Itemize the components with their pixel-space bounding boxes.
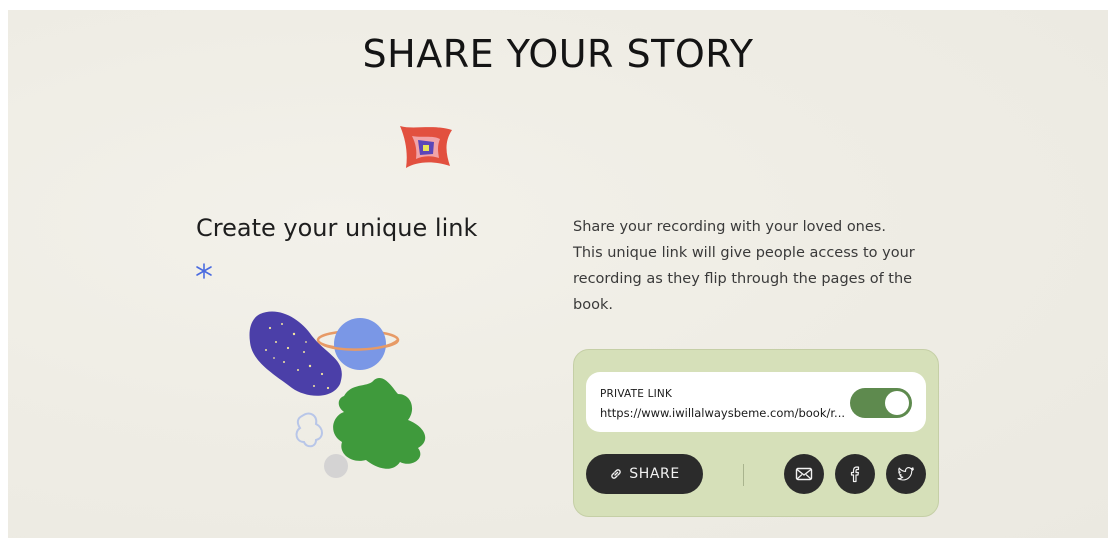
email-share-button[interactable]: [784, 454, 824, 494]
facebook-share-button[interactable]: [835, 454, 875, 494]
page-background: [8, 10, 1108, 538]
share-description: Share your recording with your loved one…: [573, 214, 923, 318]
private-link-label: PRIVATE LINK: [600, 388, 673, 400]
planets-illustration-icon: [249, 311, 426, 478]
link-icon: [609, 467, 623, 481]
email-icon: [795, 467, 813, 481]
private-link-box: PRIVATE LINK https://www.iwillalwaysbeme…: [586, 372, 926, 432]
description-line: recording as they flip through the pages…: [573, 271, 913, 287]
facebook-icon: [850, 466, 860, 483]
page-title: SHARE YOUR STORY: [362, 32, 754, 76]
description-line: book.: [573, 297, 613, 313]
asterisk-icon: [196, 263, 212, 279]
private-link-toggle[interactable]: [850, 388, 912, 418]
share-card: PRIVATE LINK https://www.iwillalwaysbeme…: [573, 349, 939, 517]
twitter-share-button[interactable]: [886, 454, 926, 494]
private-link-url[interactable]: https://www.iwillalwaysbeme.com/book/r..…: [600, 406, 845, 420]
diamond-sticker-icon: [400, 126, 452, 168]
divider: [743, 464, 744, 486]
share-button-label: SHARE: [629, 466, 680, 482]
section-heading: Create your unique link: [196, 214, 478, 242]
description-line: Share your recording with your loved one…: [573, 219, 886, 235]
description-line: This unique link will give people access…: [573, 245, 915, 261]
twitter-icon: [897, 467, 915, 481]
share-button[interactable]: SHARE: [586, 454, 703, 494]
toggle-knob: [885, 391, 909, 415]
